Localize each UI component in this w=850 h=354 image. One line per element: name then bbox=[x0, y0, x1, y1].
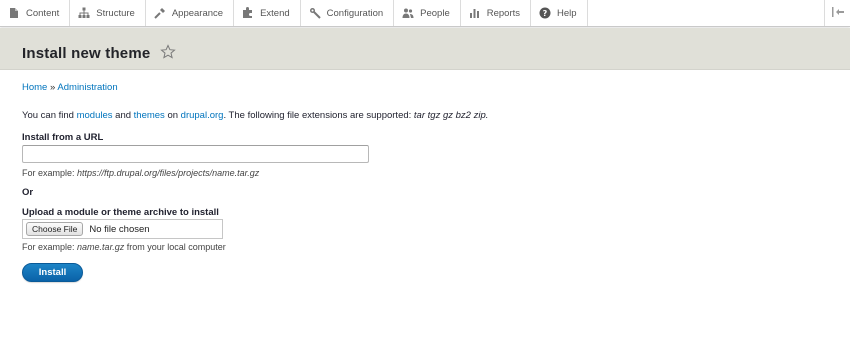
file-upload-field[interactable]: Choose File No file chosen bbox=[22, 219, 223, 239]
svg-text:?: ? bbox=[543, 9, 548, 18]
appearance-icon bbox=[154, 7, 166, 19]
toolbar-item-label: Extend bbox=[260, 7, 290, 19]
breadcrumb-administration-link[interactable]: Administration bbox=[57, 82, 117, 93]
install-button[interactable]: Install bbox=[22, 263, 83, 282]
toolbar-item-help[interactable]: ? Help bbox=[531, 0, 588, 26]
admin-toolbar: Content Structure Appearance Extend Conf… bbox=[0, 0, 850, 27]
toolbar-orientation-icon bbox=[831, 6, 844, 20]
upload-desc-suffix: from your local computer bbox=[126, 242, 226, 252]
themes-link[interactable]: themes bbox=[134, 110, 165, 121]
extend-icon bbox=[242, 7, 254, 19]
people-icon bbox=[402, 7, 414, 19]
help-icon: ? bbox=[539, 7, 551, 19]
breadcrumb: Home » Administration bbox=[22, 82, 118, 94]
toolbar-item-label: Appearance bbox=[171, 7, 224, 19]
toolbar-item-label: Content bbox=[26, 7, 60, 19]
reports-icon bbox=[469, 7, 481, 19]
toolbar-item-appearance[interactable]: Appearance bbox=[146, 0, 235, 26]
toolbar-item-label: People bbox=[420, 7, 450, 19]
content-icon bbox=[8, 7, 20, 19]
url-desc-example: https://ftp.drupal.org/files/projects/na… bbox=[77, 168, 260, 178]
toolbar-item-structure[interactable]: Structure bbox=[70, 0, 146, 26]
breadcrumb-separator: » bbox=[49, 82, 56, 93]
breadcrumb-home-link[interactable]: Home bbox=[22, 82, 47, 93]
toolbar-item-reports[interactable]: Reports bbox=[461, 0, 532, 26]
file-status-text: No file chosen bbox=[89, 223, 150, 235]
toolbar-item-label: Help bbox=[557, 7, 577, 19]
structure-icon bbox=[78, 7, 90, 19]
url-desc-prefix: For example: bbox=[22, 168, 75, 178]
intro-suffix: . The following file extensions are supp… bbox=[223, 110, 412, 121]
upload-field-label: Upload a module or theme archive to inst… bbox=[22, 207, 219, 218]
toolbar-item-label: Configuration bbox=[326, 7, 384, 19]
toolbar-item-content[interactable]: Content bbox=[0, 0, 71, 26]
intro-on: on bbox=[167, 110, 179, 121]
page-title: Install new theme bbox=[22, 45, 151, 62]
url-field-label: Install from a URL bbox=[22, 132, 104, 143]
star-icon[interactable] bbox=[160, 44, 176, 60]
configuration-icon bbox=[309, 7, 321, 19]
choose-file-button[interactable]: Choose File bbox=[26, 222, 84, 236]
toolbar-item-label: Structure bbox=[96, 7, 135, 19]
toolbar-orientation-toggle[interactable] bbox=[824, 0, 850, 26]
upload-field-description: For example: name.tar.gz from your local… bbox=[22, 241, 226, 253]
modules-link[interactable]: modules bbox=[77, 110, 113, 121]
upload-desc-example: name.tar.gz bbox=[77, 242, 125, 252]
toolbar-item-people[interactable]: People bbox=[394, 0, 461, 26]
supported-extensions: tar tgz gz bz2 zip. bbox=[413, 110, 489, 121]
toolbar-item-extend[interactable]: Extend bbox=[234, 0, 301, 26]
page-header: Install new theme bbox=[0, 28, 850, 70]
url-input[interactable] bbox=[22, 145, 369, 163]
url-field-description: For example: https://ftp.drupal.org/file… bbox=[22, 167, 259, 179]
upload-desc-prefix: For example: bbox=[22, 242, 75, 252]
toolbar-item-label: Reports bbox=[486, 7, 521, 19]
intro-prefix: You can find bbox=[22, 110, 74, 121]
drupal-org-link[interactable]: drupal.org bbox=[181, 110, 224, 121]
intro-text: You can find modules and themes on drupa… bbox=[22, 110, 488, 122]
intro-and: and bbox=[115, 110, 132, 121]
toolbar-item-configuration[interactable]: Configuration bbox=[301, 0, 395, 26]
or-separator: Or bbox=[22, 187, 34, 198]
